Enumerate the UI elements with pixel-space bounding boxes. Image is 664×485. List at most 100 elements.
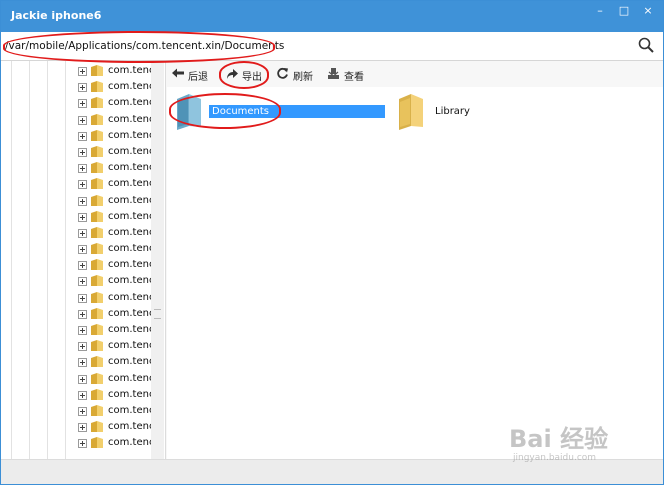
tree-item[interactable]: com.tencent bbox=[77, 176, 153, 192]
tree-item-label: com.tencent bbox=[108, 437, 152, 449]
expand-toggle-icon[interactable] bbox=[78, 309, 87, 319]
expand-toggle-icon[interactable] bbox=[78, 423, 87, 433]
tree-item[interactable]: com.tencent bbox=[77, 144, 153, 160]
folder-icon bbox=[91, 307, 103, 319]
tree-item-label: com.tencent bbox=[108, 194, 152, 206]
folder-icon bbox=[91, 275, 103, 287]
tree-item[interactable]: com.tencent bbox=[77, 387, 153, 403]
folder-icon bbox=[91, 324, 103, 335]
tree-item[interactable]: com.tencent bbox=[77, 322, 153, 338]
folder-icon bbox=[91, 421, 103, 433]
folder-icon bbox=[91, 404, 103, 416]
tree-item[interactable]: com.tencent bbox=[77, 354, 153, 370]
expand-toggle-icon[interactable] bbox=[78, 326, 87, 335]
folder-item-library[interactable]: Library bbox=[393, 91, 503, 133]
tree-guide-line bbox=[65, 61, 66, 459]
search-button[interactable] bbox=[637, 36, 657, 56]
close-button[interactable]: × bbox=[637, 3, 659, 19]
tree-item[interactable]: com.tencent bbox=[77, 371, 153, 387]
tree-item-label: com.tencent bbox=[108, 145, 152, 157]
folder-icon bbox=[91, 113, 103, 125]
path-input[interactable] bbox=[5, 36, 629, 55]
expand-toggle-icon[interactable] bbox=[78, 390, 87, 400]
folder-icon bbox=[91, 145, 103, 157]
expand-toggle-icon[interactable] bbox=[78, 99, 87, 109]
expand-toggle-icon[interactable] bbox=[78, 180, 87, 190]
expand-toggle-icon[interactable] bbox=[78, 212, 87, 222]
tree-item[interactable]: com.tencent bbox=[77, 209, 153, 225]
search-icon bbox=[638, 37, 654, 53]
back-label: 后退 bbox=[188, 72, 208, 83]
maximize-button[interactable]: □ bbox=[613, 3, 635, 19]
expand-toggle-icon[interactable] bbox=[78, 164, 87, 174]
tree-item[interactable]: com.tencent bbox=[77, 403, 153, 419]
tree-item[interactable]: com.tencent bbox=[77, 95, 153, 111]
folder-icon bbox=[177, 94, 201, 130]
tree-item-label: com.tencent bbox=[108, 65, 152, 76]
scrollbar-grip[interactable] bbox=[154, 309, 161, 319]
expand-toggle-icon[interactable] bbox=[78, 261, 87, 271]
tree-item-label: com.tencent bbox=[108, 97, 152, 109]
tree-item-label: com.tencent bbox=[108, 388, 152, 400]
expand-toggle-icon[interactable] bbox=[78, 131, 87, 141]
folder-icon bbox=[91, 243, 103, 255]
folder-icon bbox=[399, 94, 423, 130]
export-arrow-icon bbox=[227, 69, 238, 79]
tree-item[interactable]: com.tencent bbox=[77, 257, 153, 273]
folder-icon bbox=[91, 437, 103, 449]
folder-icon bbox=[91, 162, 103, 174]
tree-item-label: com.tencent bbox=[108, 226, 152, 238]
title-bar[interactable]: Jackie iphone6 – □ × bbox=[1, 1, 663, 32]
tree-scrollbar[interactable] bbox=[151, 61, 164, 459]
expand-toggle-icon[interactable] bbox=[78, 67, 87, 76]
expand-toggle-icon[interactable] bbox=[78, 342, 87, 352]
tree-item[interactable]: com.tencent bbox=[77, 241, 153, 257]
folder-icon bbox=[91, 291, 103, 303]
expand-toggle-icon[interactable] bbox=[78, 83, 87, 93]
expand-toggle-icon[interactable] bbox=[78, 147, 87, 157]
tree-item[interactable]: com.tencent bbox=[77, 435, 153, 451]
toolbar: 后退 导出 刷新 查看 bbox=[167, 61, 663, 87]
tree-item-label: com.tencent bbox=[108, 81, 152, 93]
tree-list: com.tencent com.tencent com.tencent com.ten… bbox=[77, 63, 153, 452]
refresh-label: 刷新 bbox=[293, 72, 313, 83]
folder-label: Library bbox=[435, 106, 470, 117]
tree-item[interactable]: com.tencent bbox=[77, 160, 153, 176]
tree-item[interactable]: com.tencent bbox=[77, 79, 153, 95]
tree-item-label: com.tencent bbox=[108, 275, 152, 287]
expand-toggle-icon[interactable] bbox=[78, 439, 87, 449]
folder-tree-panel: com.tencent com.tencent com.tencent com.ten… bbox=[1, 61, 166, 459]
tree-item[interactable]: com.tencent bbox=[77, 128, 153, 144]
expand-toggle-icon[interactable] bbox=[78, 406, 87, 416]
expand-toggle-icon[interactable] bbox=[78, 245, 87, 255]
tree-item[interactable]: com.tencent bbox=[77, 63, 153, 79]
folder-item-documents[interactable]: Documents bbox=[171, 91, 391, 133]
expand-toggle-icon[interactable] bbox=[78, 196, 87, 206]
tree-item[interactable]: com.tencent bbox=[77, 290, 153, 306]
tree-item[interactable]: com.tencent bbox=[77, 193, 153, 209]
expand-toggle-icon[interactable] bbox=[78, 358, 87, 368]
tree-item-label: com.tencent bbox=[108, 372, 152, 384]
folder-icon bbox=[91, 178, 103, 190]
folder-icon bbox=[91, 97, 103, 109]
expand-toggle-icon[interactable] bbox=[78, 374, 87, 384]
tree-item[interactable]: com.tencent bbox=[77, 306, 153, 322]
expand-toggle-icon[interactable] bbox=[78, 115, 87, 125]
expand-toggle-icon[interactable] bbox=[78, 293, 87, 303]
tree-item[interactable]: com.tencent bbox=[77, 273, 153, 289]
tree-item-label: com.tencent bbox=[108, 356, 152, 368]
expand-toggle-icon[interactable] bbox=[78, 228, 87, 238]
folder-icon bbox=[91, 356, 103, 368]
tree-item[interactable]: com.tencent bbox=[77, 112, 153, 128]
tree-item-label: com.tencent bbox=[108, 162, 152, 174]
expand-toggle-icon[interactable] bbox=[78, 277, 87, 287]
tree-item-label: com.tencent bbox=[108, 291, 152, 303]
tree-item[interactable]: com.tencent bbox=[77, 419, 153, 435]
tree-item[interactable]: com.tencent bbox=[77, 225, 153, 241]
folder-icon bbox=[91, 388, 103, 400]
minimize-button[interactable]: – bbox=[589, 3, 611, 19]
tree-item[interactable]: com.tencent bbox=[77, 338, 153, 354]
folder-label: Documents bbox=[209, 105, 385, 118]
tree-item-label: com.tencent bbox=[108, 324, 152, 335]
app-window: Jackie iphone6 – □ × com.tencentcom.tenc… bbox=[0, 0, 664, 485]
